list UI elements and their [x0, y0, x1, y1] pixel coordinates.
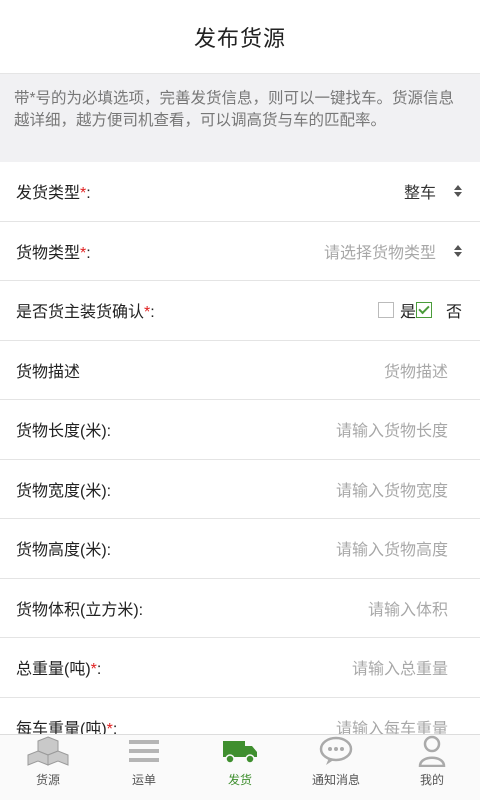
goods-width-field[interactable]: 货物宽度(米): 请输入货物宽度 [0, 460, 480, 519]
person-icon [417, 735, 447, 767]
notice-banner: 带*号的为必填选项，完善发货信息，则可以一键找车。货源信息越详细，越方便司机查看… [0, 74, 480, 162]
field-label: 货物宽度(米): [16, 482, 112, 500]
yes-checkbox[interactable] [377, 302, 394, 319]
field-label: 是否货主装货确认*: [16, 304, 155, 322]
yes-no-checkbox-group: 是 否 [377, 298, 462, 322]
goods-type-select[interactable]: 货物类型*: 请选择货物类型 [0, 222, 480, 281]
field-label: 货物长度(米): [16, 423, 112, 441]
goods-height-field[interactable]: 货物高度(米): 请输入货物高度 [0, 519, 480, 579]
goods-type-placeholder: 请选择货物类型 [323, 244, 436, 262]
tab-label: 货源 [35, 773, 60, 787]
field-label: 货物类型*: [16, 244, 91, 262]
tab-label: 发货 [227, 773, 252, 787]
field-label: 发货类型*: [16, 185, 91, 203]
total-weight-input[interactable]: 请输入总重量 [352, 655, 448, 679]
goods-height-input[interactable]: 请输入货物高度 [336, 536, 448, 560]
list-icon [127, 735, 161, 767]
chat-bubble-icon [319, 735, 353, 767]
no-label: 否 [445, 304, 462, 322]
owner-loading-confirm-row: 是否货主装货确认*: 是 否 [0, 281, 480, 341]
tab-mine[interactable]: 我的 [384, 735, 480, 800]
boxes-icon [27, 735, 69, 767]
goods-description-field[interactable]: 货物描述 货物描述 [0, 341, 480, 400]
notice-text: 带*号的为必填选项，完善发货信息，则可以一键找车。货源信息越详细，越方便司机查看… [14, 90, 455, 129]
tab-label: 通知消息 [311, 773, 360, 787]
shipping-type-value: 整车 [404, 179, 462, 203]
tab-cargo-source[interactable]: 货源 [0, 735, 96, 800]
field-label: 货物高度(米): [16, 542, 112, 560]
field-label: 货物描述 [16, 363, 81, 381]
publish-form: 发货类型*: 整车 货物类型*: 请选择货物类型 是否货主装货确认*: 是 否 … [0, 162, 480, 757]
sort-arrows-icon [454, 244, 462, 257]
page-title: 发布货源 [193, 25, 286, 51]
tab-label: 我的 [419, 773, 444, 787]
goods-length-field[interactable]: 货物长度(米): 请输入货物长度 [0, 400, 480, 460]
field-label: 货物体积(立方米): [16, 601, 144, 619]
goods-volume-field[interactable]: 货物体积(立方米): 请输入体积 [0, 579, 480, 638]
tab-waybill[interactable]: 运单 [96, 735, 192, 800]
no-checkbox[interactable] [415, 302, 432, 319]
bottom-tab-bar: 货源 运单 发货 通知消息 我的 [0, 734, 480, 800]
goods-description-input[interactable]: 货物描述 [384, 358, 448, 382]
yes-label: 是 [399, 304, 416, 322]
tab-ship[interactable]: 发货 [192, 735, 288, 800]
tab-notifications[interactable]: 通知消息 [288, 735, 384, 800]
tab-label: 运单 [131, 773, 156, 787]
goods-length-input[interactable]: 请输入货物长度 [336, 417, 448, 441]
app-header: 发布货源 [0, 0, 480, 74]
field-label: 总重量(吨)*: [16, 661, 102, 679]
shipping-type-select[interactable]: 发货类型*: 整车 [0, 162, 480, 222]
goods-width-input[interactable]: 请输入货物宽度 [336, 477, 448, 501]
sort-arrows-icon [454, 185, 462, 198]
goods-volume-input[interactable]: 请输入体积 [368, 596, 448, 620]
total-weight-field[interactable]: 总重量(吨)*: 请输入总重量 [0, 638, 480, 698]
truck-icon [222, 735, 258, 767]
